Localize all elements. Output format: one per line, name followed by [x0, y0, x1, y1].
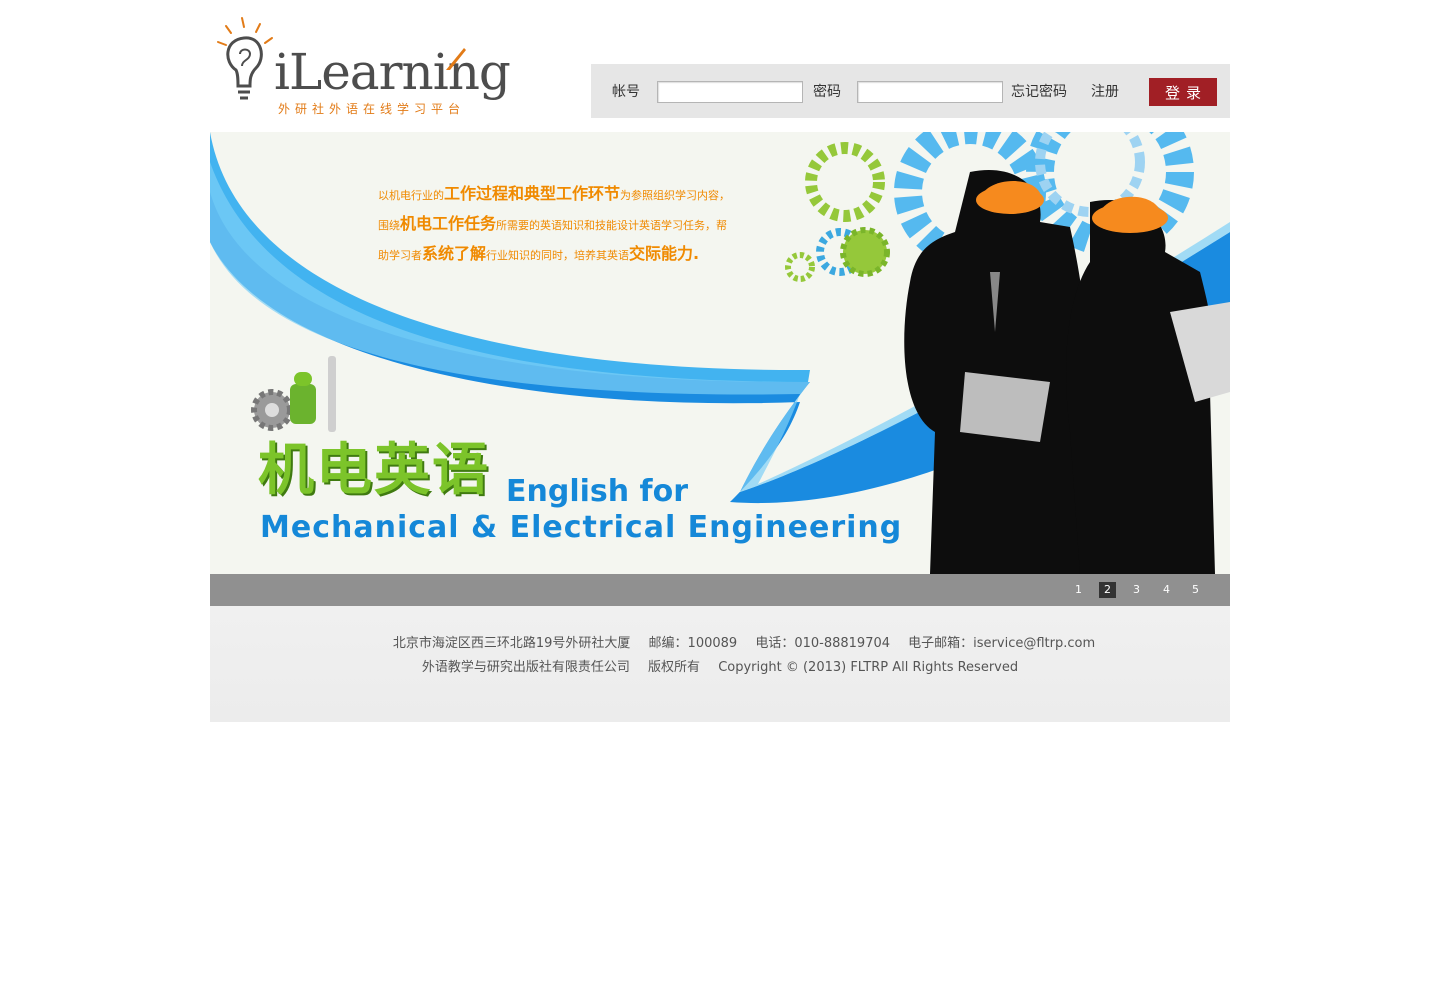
- footer-rights: 版权所有: [648, 660, 701, 675]
- footer-copyright: Copyright © (2013) FLTRP All Rights Rese…: [718, 660, 1019, 675]
- logo-wordmark: iLearning: [274, 43, 511, 101]
- banner-title-cn: 机电英语: [258, 438, 490, 503]
- forgot-password-link[interactable]: 忘记密码: [1011, 83, 1067, 101]
- password-label: 密码: [813, 84, 841, 100]
- login-button[interactable]: 登录: [1149, 78, 1217, 106]
- logo-subtitle: 外研社外语在线学习平台: [278, 102, 466, 116]
- pager-item-1[interactable]: 1: [1070, 582, 1087, 598]
- footer-phone-label: 电话：: [755, 636, 795, 651]
- footer-postcode-label: 邮编：: [648, 636, 688, 651]
- pager-item-2[interactable]: 2: [1099, 582, 1116, 598]
- account-input[interactable]: [657, 81, 803, 103]
- banner-intro-text: 以机电行业的工作过程和典型工作环节为参照组织学习内容， 围绕机电工作任务所需要的…: [378, 184, 731, 263]
- banner-title-en-line1: English for: [506, 474, 689, 509]
- footer-email: iservice@fltrp.com: [973, 636, 1096, 651]
- footer-contact-line: 北京市海淀区西三环北路19号外研社大厦 邮编：100089 电话：010-888…: [210, 635, 1230, 653]
- businessmen-silhouette: [904, 170, 1230, 574]
- footer: 北京市海淀区西三环北路19号外研社大厦 邮编：100089 电话：010-888…: [210, 606, 1230, 722]
- pager-item-5[interactable]: 5: [1187, 582, 1204, 598]
- login-bar: 帐号 密码 忘记密码 注册 登录: [591, 64, 1230, 118]
- footer-copyright-line: 外语教学与研究出版社有限责任公司 版权所有 Copyright © (2013)…: [210, 659, 1230, 677]
- banner-slide[interactable]: 以机电行业的工作过程和典型工作环节为参照组织学习内容， 围绕机电工作任务所需要的…: [210, 132, 1230, 574]
- footer-email-label: 电子邮箱：: [908, 636, 974, 651]
- footer-phone: 010-88819704: [794, 636, 891, 651]
- pager-item-3[interactable]: 3: [1128, 582, 1145, 598]
- password-input[interactable]: [857, 81, 1003, 103]
- banner-title-en-line2: Mechanical & Electrical Engineering: [260, 510, 903, 545]
- pager-item-4[interactable]: 4: [1158, 582, 1175, 598]
- register-link[interactable]: 注册: [1091, 83, 1119, 101]
- ilearning-logo[interactable]: iLearning 外研社外语在线学习平台: [216, 14, 536, 118]
- robot-gear-icon: [251, 356, 336, 432]
- slide-pager: 1 2 3 4 5: [210, 574, 1230, 606]
- footer-postcode: 100089: [687, 636, 738, 651]
- footer-company: 外语教学与研究出版社有限责任公司: [421, 660, 630, 675]
- footer-address: 北京市海淀区西三环北路19号外研社大厦: [392, 636, 631, 651]
- logo-accent-mark: [446, 48, 466, 70]
- account-label: 帐号: [612, 84, 640, 100]
